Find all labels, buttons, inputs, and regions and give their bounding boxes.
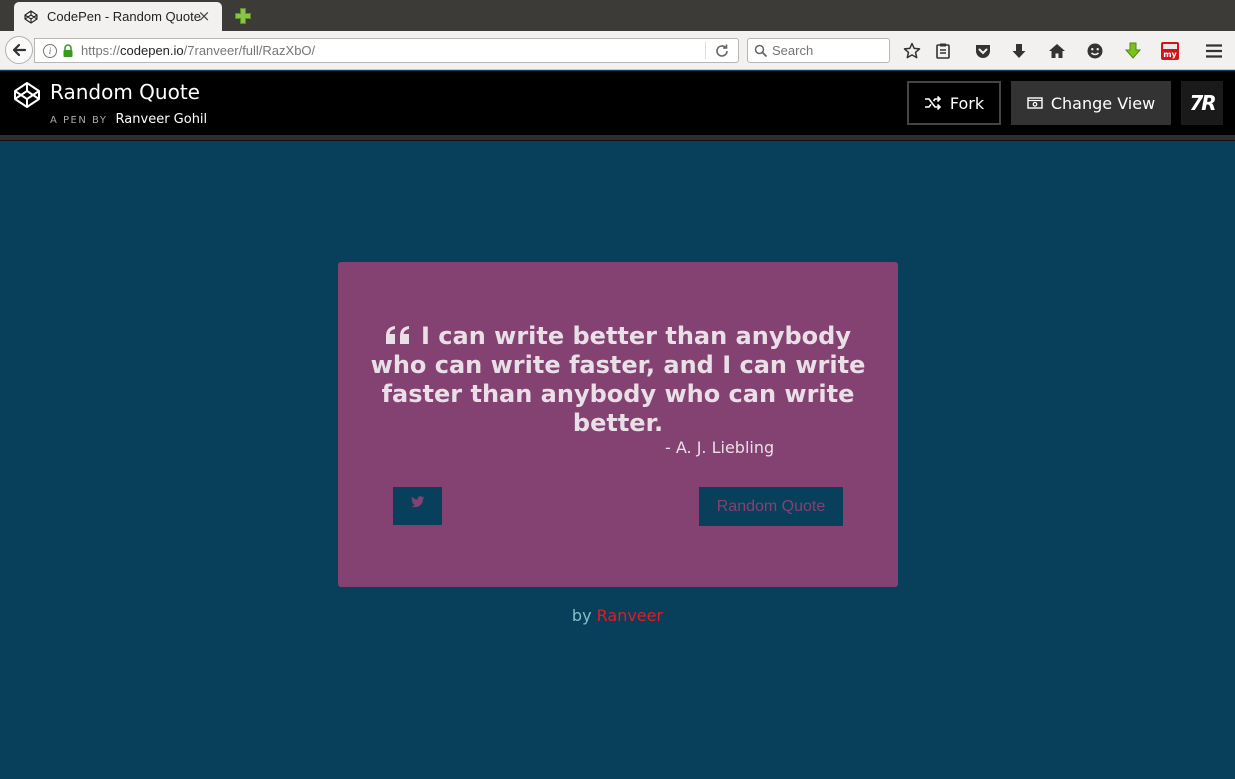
- credit-line: by Ranveer: [0, 606, 1235, 625]
- url-text[interactable]: https://codepen.io/7ranveer/full/RazXbO/: [81, 43, 315, 58]
- codepen-header: Random Quote A PEN BY Ranveer Gohil Fork…: [0, 71, 1235, 135]
- credit-by: by: [571, 606, 592, 625]
- tab-close-icon[interactable]: ×: [196, 8, 212, 24]
- codepen-logo-icon[interactable]: [13, 81, 41, 109]
- quote-author: - A. J. Liebling: [665, 438, 775, 457]
- addon-my-icon[interactable]: my: [1160, 41, 1180, 61]
- search-input[interactable]: [772, 43, 882, 58]
- bookmark-star-icon[interactable]: [902, 41, 922, 61]
- change-view-label: Change View: [1050, 93, 1156, 113]
- browser-tab[interactable]: CodePen - Random Quote ×: [14, 2, 222, 31]
- pen-author-link[interactable]: Ranveer Gohil: [116, 112, 208, 127]
- url-separator: [705, 42, 706, 59]
- pen-title: Random Quote: [50, 80, 200, 104]
- fork-icon: [924, 96, 941, 110]
- pocket-icon[interactable]: [973, 41, 993, 61]
- tab-title: CodePen - Random Quote: [47, 9, 201, 24]
- secure-lock-icon: [63, 43, 73, 57]
- browser-nav-bar: i https://codepen.io/7ranveer/full/RazXb…: [0, 31, 1235, 70]
- download-helper-icon[interactable]: [1123, 41, 1143, 61]
- tweet-button[interactable]: [393, 487, 442, 525]
- back-button[interactable]: [5, 36, 33, 64]
- codepen-favicon-icon: [24, 9, 38, 24]
- browser-tab-strip: CodePen - Random Quote ×: [0, 0, 1235, 31]
- twitter-icon: [410, 496, 424, 508]
- change-view-button[interactable]: Change View: [1011, 81, 1171, 125]
- quote-text: I can write better than anybody who can …: [370, 322, 866, 437]
- quote-left-icon: [386, 326, 409, 344]
- download-icon[interactable]: [1009, 41, 1029, 61]
- fork-button[interactable]: Fork: [907, 81, 1001, 125]
- new-tab-icon[interactable]: [234, 7, 252, 25]
- back-arrow-icon: [12, 43, 27, 57]
- search-bar[interactable]: [747, 38, 890, 63]
- svg-text:my: my: [1163, 50, 1177, 59]
- hamburger-menu-icon[interactable]: [1204, 41, 1224, 61]
- pen-by-label: A PEN BY: [50, 115, 108, 126]
- home-icon[interactable]: [1047, 41, 1067, 61]
- pen-byline: A PEN BY Ranveer Gohil: [50, 108, 207, 127]
- header-divider: [0, 135, 1235, 141]
- user-avatar[interactable]: 7R: [1181, 81, 1223, 125]
- credit-name-link[interactable]: Ranveer: [597, 606, 663, 625]
- url-bar[interactable]: i https://codepen.io/7ranveer/full/RazXb…: [34, 38, 739, 63]
- quote-text-block: I can write better than anybody who can …: [368, 322, 868, 438]
- smiley-icon[interactable]: [1085, 41, 1105, 61]
- view-icon: [1027, 97, 1043, 109]
- fork-label: Fork: [949, 93, 985, 113]
- random-quote-button[interactable]: Random Quote: [699, 487, 843, 526]
- reload-icon[interactable]: [714, 43, 730, 59]
- site-info-icon[interactable]: i: [43, 43, 57, 58]
- search-icon: [754, 44, 768, 57]
- quote-card: I can write better than anybody who can …: [338, 262, 898, 587]
- reading-list-icon[interactable]: [933, 41, 953, 61]
